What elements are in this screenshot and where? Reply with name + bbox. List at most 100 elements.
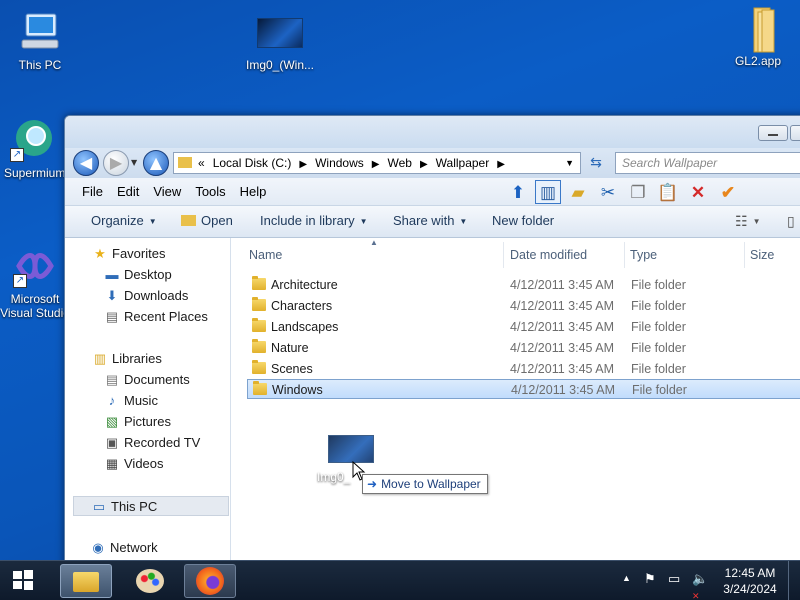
address-input[interactable]: «Local Disk (C:) ▶ Windows ▶ Web ▶ Wallpaper ▶ … — [173, 152, 581, 174]
table-row-selected[interactable]: Windows 4/12/2011 3:45 AM File folder — [247, 379, 800, 399]
up-folder-icon[interactable]: ⬆ — [505, 181, 531, 205]
nav-documents[interactable]: ▤ Documents — [103, 370, 190, 390]
paste-icon[interactable]: 📋 — [655, 181, 681, 205]
chevron-right-icon[interactable]: ▶ — [299, 159, 307, 170]
nav-favorites[interactable]: ★ Favorites — [91, 244, 165, 264]
desktop-icon-gl2-app[interactable]: GL2.app — [720, 6, 796, 68]
shortcut-arrow-icon: ↗ — [13, 274, 27, 288]
windows-logo-icon — [13, 570, 33, 590]
chevron-right-icon[interactable]: ▶ — [372, 159, 380, 170]
forward-button[interactable]: ▶ — [103, 150, 129, 176]
minimize-button[interactable] — [758, 125, 788, 141]
address-overflow[interactable]: « — [198, 156, 205, 170]
file-type: File folder — [631, 362, 686, 376]
file-type: File folder — [631, 320, 686, 334]
menu-view[interactable]: View — [146, 178, 188, 206]
caret-down-icon: ▼ — [148, 216, 157, 226]
organize-button[interactable]: Organize ▼ — [91, 206, 157, 237]
breadcrumb-wallpaper[interactable]: Wallpaper — [436, 156, 490, 170]
column-header-type[interactable]: Type — [625, 242, 745, 268]
pictures-icon: ▧ — [105, 414, 119, 429]
chevron-right-icon[interactable]: ▶ — [497, 159, 505, 170]
folders-pane-icon[interactable]: ▥ — [535, 180, 561, 204]
nav-label: Music — [124, 393, 158, 408]
search-input[interactable]: Search Wallpaper — [615, 152, 800, 174]
folder-options-icon[interactable]: ▰ — [565, 181, 591, 205]
table-row[interactable]: Characters 4/12/2011 3:45 AM File folder — [247, 296, 800, 316]
properties-check-icon[interactable]: ✔ — [715, 181, 741, 205]
menu-help[interactable]: Help — [233, 178, 274, 206]
network-status-icon[interactable]: ▭ — [668, 571, 680, 587]
table-row[interactable]: Architecture 4/12/2011 3:45 AM File fold… — [247, 275, 800, 295]
delete-icon[interactable]: ✕ — [685, 181, 711, 205]
computer-icon — [18, 10, 62, 54]
desktop-icon-this-pc[interactable]: This PC — [2, 10, 78, 72]
image-thumbnail-icon — [257, 18, 303, 48]
nav-music[interactable]: ♪ Music — [103, 391, 158, 411]
chevron-right-icon[interactable]: ▶ — [420, 159, 428, 170]
command-bar: Organize ▼ Open Include in library ▼ Share… — [65, 206, 800, 238]
volume-muted-icon[interactable]: 🔈✕ — [692, 571, 708, 600]
address-dropdown-icon[interactable]: ▼ — [565, 153, 574, 173]
desktop-icon-visual-studio[interactable]: ↗ Microsoft Visual Studio — [0, 244, 70, 320]
nav-recent-places[interactable]: ▤ Recent Places — [103, 307, 208, 327]
nav-this-pc[interactable]: ▭ This PC — [73, 496, 229, 516]
nav-pictures[interactable]: ▧ Pictures — [103, 412, 171, 432]
window-titlebar[interactable] — [65, 116, 800, 148]
clock[interactable]: 12:45 AM 3/24/2024 — [720, 565, 780, 597]
table-row[interactable]: Scenes 4/12/2011 3:45 AM File folder — [247, 359, 800, 379]
back-button[interactable]: ◀ — [73, 150, 99, 176]
new-folder-button[interactable]: New folder — [492, 206, 554, 236]
show-desktop-button[interactable] — [788, 561, 800, 600]
nav-network[interactable]: ◉ Network — [89, 538, 157, 558]
breadcrumb-local-disk[interactable]: Local Disk (C:) — [213, 156, 292, 170]
menu-tools[interactable]: Tools — [188, 178, 232, 206]
breadcrumb-windows[interactable]: Windows — [315, 156, 364, 170]
maximize-button[interactable] — [790, 125, 800, 141]
taskbar-paint[interactable] — [124, 564, 176, 598]
file-name: Scenes — [271, 362, 313, 376]
nav-label: Desktop — [124, 267, 172, 282]
nav-label: Pictures — [124, 414, 171, 429]
include-in-library-button[interactable]: Include in library ▼ — [260, 206, 368, 237]
nav-downloads[interactable]: ⬇ Downloads — [103, 286, 189, 306]
visual-studio-icon: ↗ — [13, 244, 57, 288]
folder-icon — [736, 6, 780, 53]
network-icon: ◉ — [92, 540, 104, 555]
nav-libraries[interactable]: ▥ Libraries — [91, 349, 162, 369]
table-row[interactable]: Landscapes 4/12/2011 3:45 AM File folder — [247, 317, 800, 337]
nav-label: Libraries — [112, 351, 162, 366]
column-header-size[interactable]: Size — [745, 242, 800, 268]
file-date: 4/12/2011 3:45 AM — [510, 299, 615, 313]
copy-icon[interactable]: ❐ — [625, 181, 651, 205]
desktop-icon-img0[interactable]: Img0_(Win... — [240, 18, 320, 72]
address-bar-row: ◀ ▶ ▼ ▲ « Local Disk (C:) ▶ Windows ▶ Web ▶ Wal… — [65, 148, 800, 178]
table-row[interactable]: Nature 4/12/2011 3:45 AM File folder — [247, 338, 800, 358]
share-with-button[interactable]: Share with ▼ — [393, 206, 467, 237]
refresh-button[interactable]: ⇆ — [585, 153, 607, 173]
breadcrumb-web[interactable]: Web — [387, 156, 411, 170]
supermium-icon: ↗ — [10, 118, 54, 162]
desktop-icon-supermium[interactable]: ↗ Supermium — [0, 118, 68, 180]
column-header-date[interactable]: Date modified — [505, 242, 625, 268]
up-button[interactable]: ▲ — [143, 150, 169, 176]
column-header-name[interactable]: Name — [244, 242, 504, 268]
show-hidden-icons-icon[interactable]: ▲ — [622, 573, 631, 583]
menu-edit[interactable]: Edit — [110, 178, 146, 206]
nav-desktop[interactable]: ▬ Desktop — [103, 265, 172, 285]
open-button[interactable]: Open — [181, 206, 233, 236]
menu-file[interactable]: File — [75, 178, 110, 206]
action-center-flag-icon[interactable]: ⚑ — [644, 571, 656, 587]
music-icon: ♪ — [108, 393, 116, 408]
taskbar-firefox[interactable] — [184, 564, 236, 598]
star-icon: ★ — [94, 246, 106, 261]
nav-videos[interactable]: ▦ Videos — [103, 454, 164, 474]
recent-pages-button[interactable]: ▼ — [131, 158, 137, 167]
view-options-icon[interactable]: ☷ ▼ — [735, 206, 760, 237]
taskbar-explorer[interactable] — [60, 564, 112, 598]
start-button[interactable] — [12, 569, 38, 593]
file-date: 4/12/2011 3:45 AM — [510, 320, 615, 334]
nav-recorded-tv[interactable]: ▣ Recorded TV — [103, 433, 201, 453]
preview-pane-icon[interactable]: ▯ — [787, 206, 795, 236]
cut-icon[interactable]: ✂ — [595, 181, 621, 205]
